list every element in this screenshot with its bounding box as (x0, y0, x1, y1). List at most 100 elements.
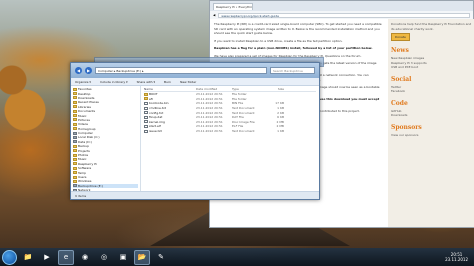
browser-tabbar: Raspberry Pi • Everything H... (210, 1, 473, 11)
chrome-taskbar-icon[interactable]: ◎ (96, 250, 112, 265)
folder-icon (73, 153, 77, 157)
file-name-cell: config.txt (144, 111, 196, 115)
search-input[interactable]: Search Backupdrive (270, 67, 315, 74)
explorer-window: ◀ ▶ Computer ▸ Backupdrive (E:) ▸ Search… (70, 62, 320, 200)
drive-icon (73, 184, 77, 188)
file-type: Text Document (232, 129, 255, 134)
folder-icon (73, 179, 77, 183)
taskbar: 📁 ▶ e ◉ ◎ ▣ 📂 ✎ 20:51 23.11.2012 (0, 248, 474, 266)
folder-taskbar-icon[interactable]: 📂 (134, 249, 150, 265)
folder-icon (73, 149, 77, 153)
file-name: fixup.dat (149, 115, 163, 120)
folder-icon (73, 171, 77, 175)
toolbar-button[interactable]: New folder (180, 80, 196, 84)
toolbar-button[interactable]: Include in library ▾ (100, 80, 128, 84)
sidebar-link[interactable]: Downloads (391, 113, 472, 118)
tree-item-label: Windows (78, 179, 92, 184)
explorer-toolbar: Organize ▾ Include in library ▾ Share with… (71, 78, 319, 86)
tree-item-label: Desktop (78, 91, 91, 96)
file-row[interactable]: issue.txt 23.11.2012 20:51 Text Document 1 … (144, 129, 316, 134)
tree-item-label: Software (78, 166, 92, 171)
app-taskbar-icon[interactable]: ▣ (115, 250, 131, 265)
file-name-cell: BOOT (144, 92, 196, 96)
clock[interactable]: 20:51 23.11.2012 (445, 252, 472, 262)
toolbar-button[interactable]: Burn (164, 80, 171, 84)
sidebar-link[interactable]: Facebook (391, 89, 472, 94)
file-name: bootcode.bin (149, 101, 169, 106)
folder-icon (73, 175, 77, 179)
tree-item-label: Music (78, 157, 87, 162)
file-size: 2 MB (276, 119, 284, 124)
file-size: 6 KB (277, 115, 284, 120)
file-name-cell: efi (144, 97, 196, 101)
sidebar-heading: Sponsors (391, 123, 422, 131)
tree-item-label: Users (78, 175, 87, 179)
firefox-taskbar-icon[interactable]: ◉ (77, 250, 93, 265)
explorer-body: Favorites Desktop Downloads Recent Places Li… (71, 86, 319, 191)
status-bar: 9 items (71, 191, 319, 199)
donate-button[interactable]: Donate (391, 33, 410, 41)
back-icon[interactable]: ◀ (213, 13, 215, 17)
sidebar-sections: News New Raspbian images Raspberry Pi 3 su… (391, 47, 472, 137)
tree-item-label: Recent Places (78, 100, 99, 105)
folder-icon (73, 114, 77, 118)
column-header-name[interactable]: Name (144, 87, 196, 91)
tree-item-label: Pictures (78, 117, 90, 122)
forward-icon[interactable]: ▶ (85, 67, 92, 74)
page-sidebar: Donations help fund the Raspberry Pi Fou… (388, 19, 474, 227)
url-field[interactable]: www.raspberrypi.org/quick-start-guide (218, 12, 470, 18)
tree-item-label: Libraries (78, 104, 91, 109)
tree-item-label: Computer (78, 131, 93, 136)
column-header-type[interactable]: Type (232, 87, 264, 91)
file-name: issue.txt (149, 129, 162, 134)
browser-tab[interactable]: Raspberry Pi • Everything H... (213, 2, 253, 10)
folder-icon (73, 122, 77, 126)
media-taskbar-icon[interactable]: ▶ (39, 250, 55, 265)
sidebar-heading: News (391, 47, 409, 54)
start-button[interactable] (2, 249, 17, 265)
file-icon (144, 111, 148, 115)
file-type: Text Document (232, 106, 255, 111)
file-type: File folder (232, 96, 247, 101)
tree-item-label: Temp (78, 170, 86, 175)
file-type: DAT File (232, 115, 244, 120)
folder-icon (73, 92, 77, 96)
column-header-date[interactable]: Date modified (196, 87, 232, 91)
file-date: 23.11.2012 20:51 (196, 110, 223, 115)
sidebar-link[interactable]: USB and PXE boot (391, 65, 472, 70)
toolbar-button[interactable]: Organize ▾ (75, 80, 91, 84)
folder-icon (73, 144, 77, 148)
file-date: 23.11.2012 20:51 (196, 96, 223, 101)
back-icon[interactable]: ◀ (75, 67, 82, 74)
toolbar-button[interactable]: Share with ▾ (137, 80, 155, 84)
file-name: start.elf (149, 124, 161, 129)
folder-icon (73, 162, 77, 166)
file-name: config.txt (149, 110, 164, 115)
file-icon (144, 101, 148, 105)
file-name: kernel.img (149, 119, 165, 124)
folder-icon (144, 92, 148, 96)
file-date: 23.11.2012 20:51 (196, 119, 223, 124)
sidebar-link[interactable]: View our sponsors (391, 133, 472, 138)
file-type: BIN File (232, 101, 244, 106)
column-header-size[interactable]: Size (264, 87, 284, 91)
ie-taskbar-icon[interactable]: e (58, 249, 74, 265)
file-icon (144, 106, 148, 110)
file-name-cell: kernel.img (144, 120, 196, 124)
sidebar-heading: Social (391, 75, 412, 83)
file-size: 2 MB (276, 124, 284, 129)
tree-item-label: Backup (78, 144, 89, 149)
file-name-cell: fixup.dat (144, 115, 196, 119)
address-bar[interactable]: Computer ▸ Backupdrive (E:) ▸ (95, 67, 267, 74)
file-type: Text Document (232, 110, 255, 115)
clock-date: 23.11.2012 (445, 257, 468, 262)
paint-taskbar-icon[interactable]: ✎ (153, 250, 169, 265)
explorer-taskbar-icon[interactable]: 📁 (20, 250, 36, 265)
tree-item-label: Homegroup (78, 126, 96, 131)
file-rows: BOOT 23.11.2012 20:51 File folder efi 23.11.… (144, 92, 316, 133)
folder-icon (144, 97, 148, 101)
file-type: Disc Image File (232, 119, 255, 124)
file-name-cell: start.elf (144, 124, 196, 128)
file-icon (144, 129, 148, 133)
folder-icon (73, 157, 77, 161)
